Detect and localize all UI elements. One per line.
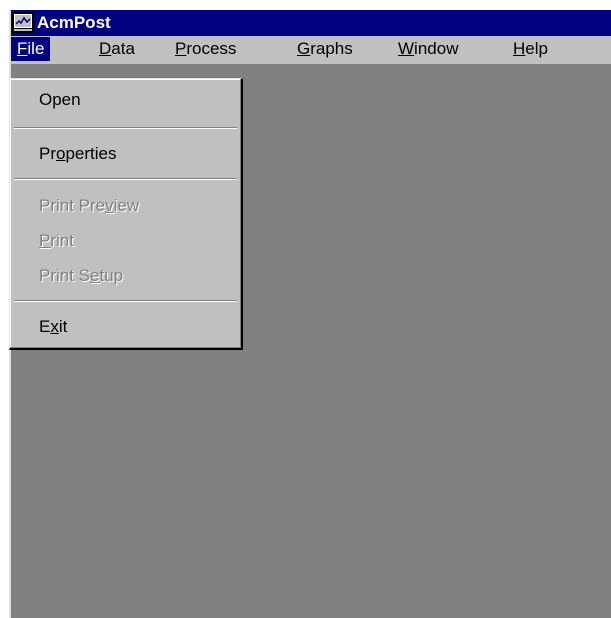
menu-help[interactable]: Help (507, 37, 554, 61)
menu-item-print-setup[interactable]: Print Setup (10, 261, 241, 291)
menu-file[interactable]: File (11, 37, 51, 61)
menu-item-print[interactable]: Print (10, 226, 241, 256)
menu-item-open[interactable]: Open (10, 85, 241, 115)
menu-separator (14, 127, 237, 129)
menu-data[interactable]: Data (93, 37, 141, 61)
menu-separator (14, 178, 237, 180)
menu-item-exit[interactable]: Exit (10, 312, 241, 342)
window-title: AcmPost (37, 13, 111, 32)
menu-process[interactable]: Process (169, 37, 242, 61)
app-icon[interactable] (12, 12, 34, 33)
title-bar[interactable]: AcmPost (11, 10, 611, 36)
menu-bar: File Data Process Graphs Window Help (11, 36, 611, 62)
menu-separator (14, 300, 237, 302)
file-menu-dropdown: Open Properties Print Preview Print Prin… (9, 78, 243, 350)
menu-item-properties[interactable]: Properties (10, 139, 241, 169)
menu-item-print-preview[interactable]: Print Preview (10, 191, 241, 221)
menu-graphs[interactable]: Graphs (291, 37, 359, 61)
menu-window[interactable]: Window (392, 37, 464, 61)
